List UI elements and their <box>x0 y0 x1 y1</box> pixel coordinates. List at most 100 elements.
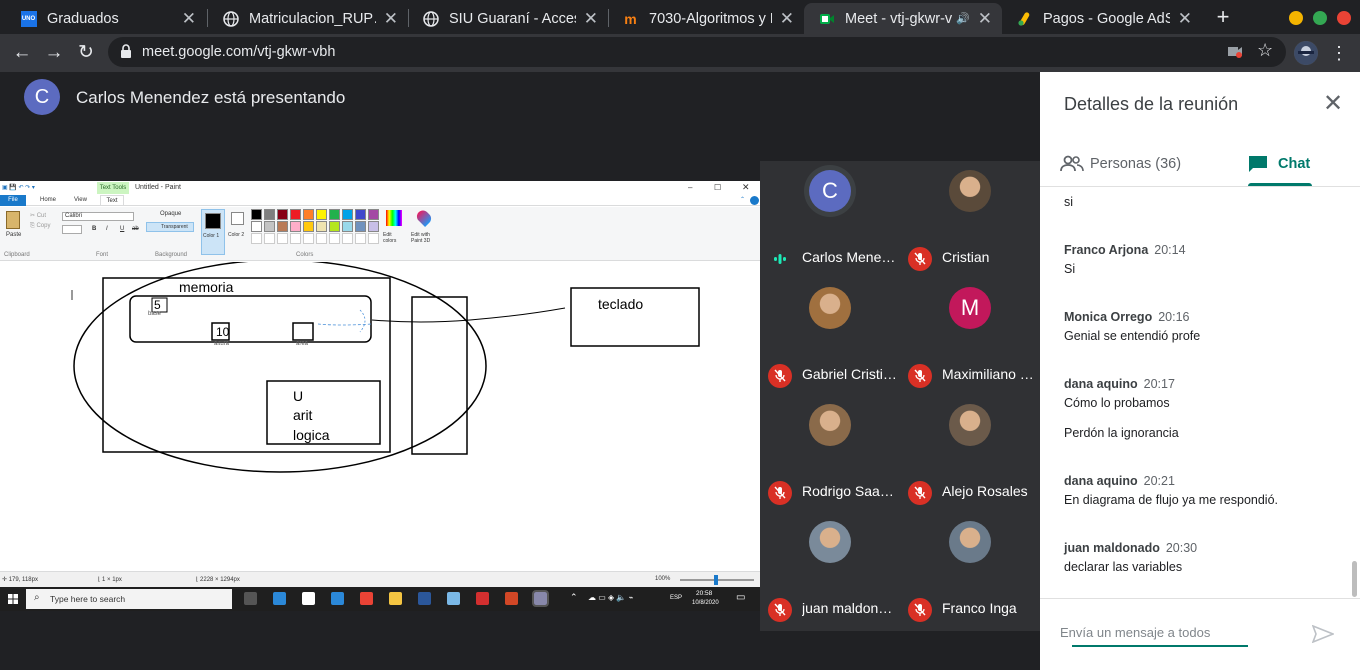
message-input[interactable]: Envía un mensaje a todos <box>1060 625 1280 645</box>
tab-personas[interactable]: Personas (36) <box>1060 142 1210 186</box>
color-palette[interactable] <box>251 209 381 249</box>
reload-button[interactable]: ↻ <box>73 40 99 66</box>
palette-swatch[interactable] <box>316 209 327 220</box>
explorer-icon[interactable] <box>389 592 402 605</box>
close-tab-icon[interactable]: ✕ <box>978 9 992 29</box>
palette-swatch[interactable] <box>368 221 379 232</box>
text-tools-tab[interactable]: Text Tools <box>97 182 129 194</box>
back-button[interactable]: ← <box>9 40 35 66</box>
participant-tile[interactable]: Gabriel Cristino <box>760 278 900 395</box>
palette-swatch[interactable] <box>264 221 275 232</box>
palette-swatch[interactable] <box>290 221 301 232</box>
paint-minimize[interactable]: – <box>688 183 692 192</box>
cut-button[interactable]: ✂ Cut <box>30 212 46 219</box>
strike-button[interactable]: ab <box>132 226 139 232</box>
taskbar-search-box[interactable]: ⌕ Type here to search <box>26 589 232 609</box>
color2-button[interactable]: Color 2 <box>228 209 248 255</box>
edge-icon[interactable] <box>273 592 286 605</box>
close-tab-icon[interactable]: ✕ <box>182 9 196 29</box>
paint-collapse-icon[interactable]: ⌃ <box>740 196 745 203</box>
palette-swatch[interactable] <box>342 221 353 232</box>
opaque-option[interactable]: Opaque <box>146 211 190 220</box>
tab-graduados[interactable]: UNO Graduados ✕ <box>6 3 206 34</box>
palette-swatch[interactable] <box>329 221 340 232</box>
palette-swatch[interactable] <box>251 209 262 220</box>
palette-empty-swatch[interactable] <box>251 233 262 244</box>
palette-swatch[interactable] <box>251 221 262 232</box>
paint-help-icon[interactable] <box>750 196 759 205</box>
shared-screen[interactable]: ▣ 💾 ↶ ↷ ▾ Text Tools Untitled - Paint – … <box>0 181 760 611</box>
close-tab-icon[interactable]: ✕ <box>384 9 398 29</box>
palette-swatch[interactable] <box>342 209 353 220</box>
chrome-icon[interactable] <box>360 592 373 605</box>
tray-icons[interactable]: ☁ ▭ ◈ 🔈 ⌁ <box>588 593 633 602</box>
new-tab-button[interactable]: + <box>1210 3 1236 31</box>
paint-home-tab[interactable]: Home <box>40 197 56 203</box>
edit-colors-icon[interactable] <box>386 210 402 226</box>
palette-swatch[interactable] <box>264 209 275 220</box>
tab-algoritmos[interactable]: m 7030-Algoritmos y E… ✕ <box>608 3 804 34</box>
camera-blocked-icon[interactable] <box>1227 44 1243 62</box>
italic-button[interactable]: I <box>106 226 108 232</box>
palette-empty-swatch[interactable] <box>277 233 288 244</box>
paint3d-icon[interactable] <box>414 207 434 228</box>
forward-button[interactable]: → <box>41 40 67 66</box>
transparent-option[interactable]: Transparent <box>146 222 194 232</box>
address-bar[interactable]: meet.google.com/vtj-gkwr-vbh ☆ <box>108 37 1286 67</box>
participant-tile[interactable]: C Carlos Menen… <box>760 161 900 278</box>
palette-swatch[interactable] <box>277 209 288 220</box>
tab-siu-guarani[interactable]: SIU Guaraní - Acceso ✕ <box>408 3 608 34</box>
palette-swatch[interactable] <box>355 209 366 220</box>
taskbar-language[interactable]: ESP <box>670 595 682 601</box>
paint-app-icon[interactable] <box>532 590 549 607</box>
participant-tile[interactable]: Rodrigo Saav… <box>760 395 900 512</box>
close-tab-icon[interactable]: ✕ <box>780 9 794 29</box>
task-view-icon[interactable] <box>244 592 257 605</box>
participant-tile[interactable]: juan maldona… <box>760 512 900 629</box>
palette-empty-swatch[interactable] <box>264 233 275 244</box>
tab-chat[interactable]: Chat <box>1248 142 1334 186</box>
paint-text-tab[interactable]: Text <box>100 195 124 206</box>
font-family-select[interactable]: Calibri <box>62 212 134 221</box>
tab-meet[interactable]: Meet - vtj-gkwr-v… 🔊 ✕ <box>804 3 1002 34</box>
font-size-select[interactable] <box>62 225 82 234</box>
participant-tile[interactable]: Alejo Rosales <box>900 395 1040 512</box>
store-icon[interactable] <box>302 592 315 605</box>
palette-empty-swatch[interactable] <box>303 233 314 244</box>
pdf-icon[interactable] <box>476 592 489 605</box>
palette-swatch[interactable] <box>368 209 379 220</box>
palette-swatch[interactable] <box>277 221 288 232</box>
paint-view-tab[interactable]: View <box>74 197 87 203</box>
app-icon[interactable] <box>447 592 460 605</box>
profile-avatar[interactable] <box>1294 41 1318 65</box>
paint-canvas[interactable]: memoria 5 base 10 altura area teclado U … <box>0 262 760 572</box>
palette-swatch[interactable] <box>355 221 366 232</box>
palette-swatch[interactable] <box>316 221 327 232</box>
palette-swatch[interactable] <box>303 209 314 220</box>
paste-icon[interactable] <box>6 211 20 229</box>
close-panel-icon[interactable]: ✕ <box>1320 92 1346 118</box>
maximize-button[interactable] <box>1313 11 1327 25</box>
palette-empty-swatch[interactable] <box>329 233 340 244</box>
paint-file-menu[interactable]: File <box>0 195 26 206</box>
palette-swatch[interactable] <box>329 209 340 220</box>
tray-arrow-icon[interactable]: ⌃ <box>570 592 578 603</box>
chat-scrollbar[interactable] <box>1352 561 1357 597</box>
paint-maximize[interactable]: ☐ <box>714 183 721 192</box>
copy-button[interactable]: ⎘ Copy <box>30 223 50 230</box>
participant-tile[interactable]: M Maximiliano … <box>900 278 1040 395</box>
close-window-button[interactable] <box>1337 11 1351 25</box>
palette-empty-swatch[interactable] <box>355 233 366 244</box>
palette-empty-swatch[interactable] <box>368 233 379 244</box>
underline-button[interactable]: U <box>120 226 124 232</box>
palette-swatch[interactable] <box>303 221 314 232</box>
notification-icon[interactable]: ▭ <box>736 592 745 603</box>
participant-tile[interactable]: Franco Inga <box>900 512 1040 629</box>
color1-button[interactable]: Color 1 <box>201 209 225 255</box>
paint-close[interactable]: ✕ <box>742 182 750 193</box>
windows-start-icon[interactable] <box>8 594 18 604</box>
browser-menu-icon[interactable]: ⋮ <box>1330 41 1348 65</box>
bookmark-star-icon[interactable]: ☆ <box>1257 40 1273 61</box>
minimize-button[interactable] <box>1289 11 1303 25</box>
mail-icon[interactable] <box>331 592 344 605</box>
